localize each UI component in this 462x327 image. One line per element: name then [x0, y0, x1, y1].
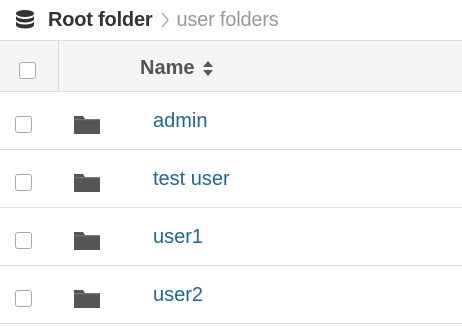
folder-icon [74, 232, 100, 250]
folder-link[interactable]: user1 [153, 226, 203, 249]
breadcrumb-root[interactable]: Root folder [48, 9, 153, 32]
row-checkbox[interactable] [15, 232, 32, 249]
breadcrumb: Root folder user folders [0, 0, 462, 40]
name-column-label: Name [140, 57, 195, 79]
row-checkbox[interactable] [15, 116, 32, 133]
folder-link[interactable]: admin [153, 110, 207, 133]
sort-icon[interactable] [202, 60, 214, 77]
select-all-checkbox[interactable] [19, 62, 36, 79]
database-icon [16, 10, 34, 29]
chevron-right-icon [161, 12, 170, 28]
header-select-cell [0, 41, 59, 91]
folder-link[interactable]: user2 [153, 284, 203, 307]
breadcrumb-current: user folders [176, 8, 279, 31]
table-row[interactable]: user2 [0, 266, 462, 324]
table-row[interactable]: user1 [0, 208, 462, 266]
folder-table: Name admin test user user1 user2 [0, 40, 462, 324]
folder-icon [74, 116, 100, 134]
folder-link[interactable]: test user [153, 168, 230, 191]
row-checkbox[interactable] [15, 174, 32, 191]
table-row[interactable]: test user [0, 150, 462, 208]
folder-icon [74, 290, 100, 308]
file-browser: Root folder user folders Name admin test… [0, 0, 462, 327]
name-column-header[interactable]: Name [140, 57, 214, 80]
row-checkbox[interactable] [15, 290, 32, 307]
table-row[interactable]: admin [0, 92, 462, 150]
folder-icon [74, 174, 100, 192]
table-header: Name [0, 41, 462, 92]
